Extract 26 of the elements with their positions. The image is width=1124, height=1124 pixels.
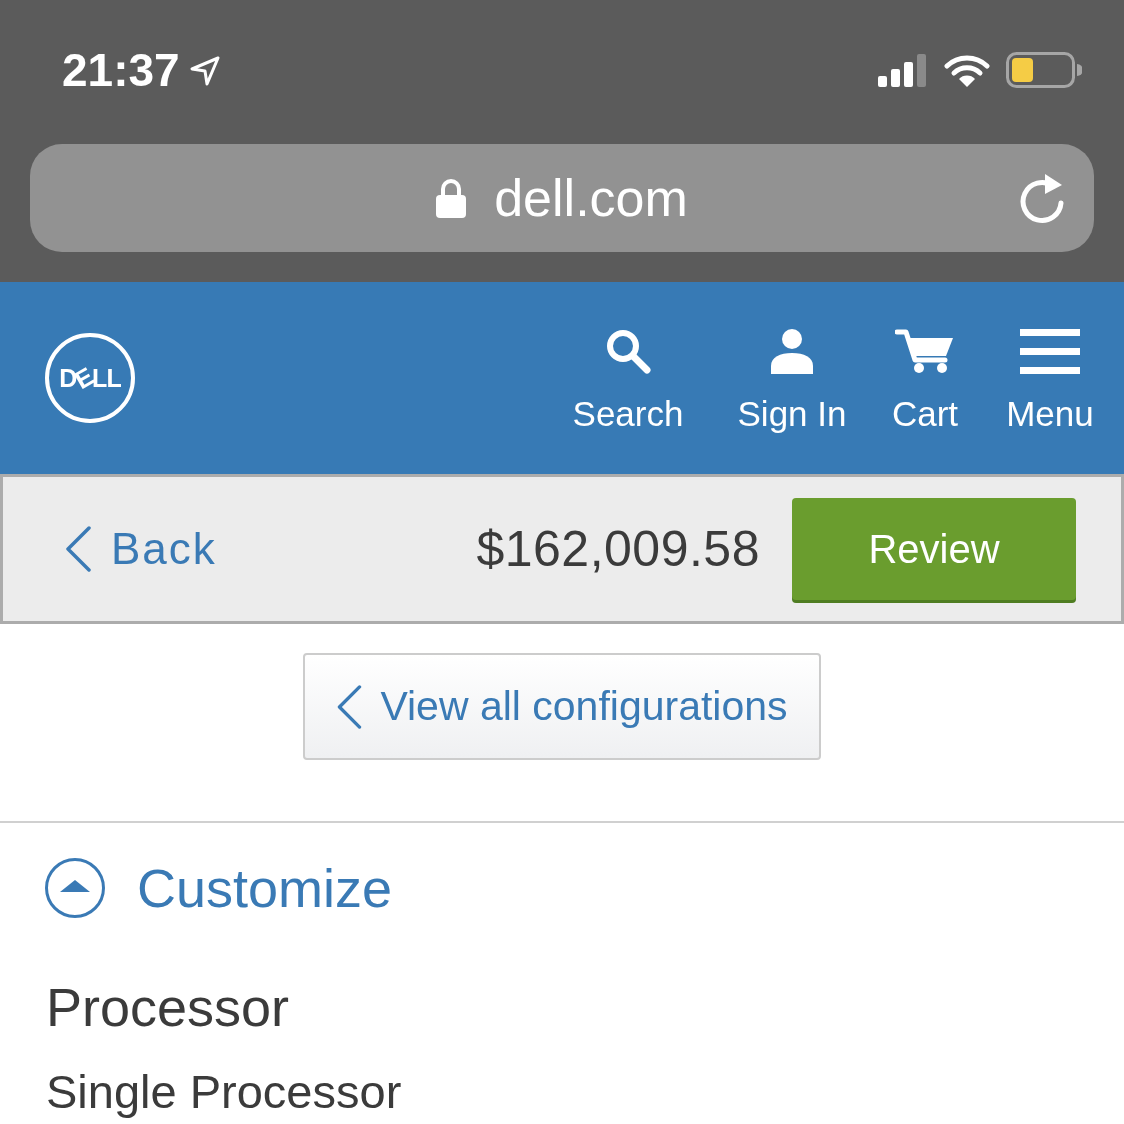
wifi-icon (944, 53, 990, 87)
cart-button[interactable]: Cart (880, 325, 970, 431)
customize-section-toggle[interactable]: Customize (45, 858, 393, 918)
chevron-left-icon (336, 684, 363, 729)
sign-in-button[interactable]: Sign In (727, 325, 857, 431)
back-link[interactable]: Back (65, 526, 217, 572)
price-text: $162,009.58 (476, 524, 760, 574)
address-bar[interactable]: dell.com (30, 144, 1094, 252)
menu-button[interactable]: Menu (1000, 325, 1100, 431)
search-icon (604, 327, 652, 374)
review-button[interactable]: Review (792, 498, 1076, 600)
location-arrow-icon (189, 56, 220, 86)
person-icon (768, 327, 816, 374)
signal-icon (878, 53, 928, 87)
reload-icon[interactable] (1018, 172, 1066, 224)
menu-icon (1020, 327, 1080, 374)
battery-icon (1006, 52, 1082, 88)
cart-icon (895, 327, 955, 374)
lock-icon (436, 178, 467, 218)
url-text: dell.com (494, 172, 688, 224)
view-configurations-button[interactable]: View all configurations (303, 653, 821, 760)
chevron-left-icon (65, 526, 91, 572)
search-button[interactable]: Search (568, 325, 688, 431)
status-time: 21:37 (62, 47, 180, 93)
section-heading: Processor (46, 980, 291, 1034)
dell-logo[interactable]: DELL (45, 333, 135, 423)
